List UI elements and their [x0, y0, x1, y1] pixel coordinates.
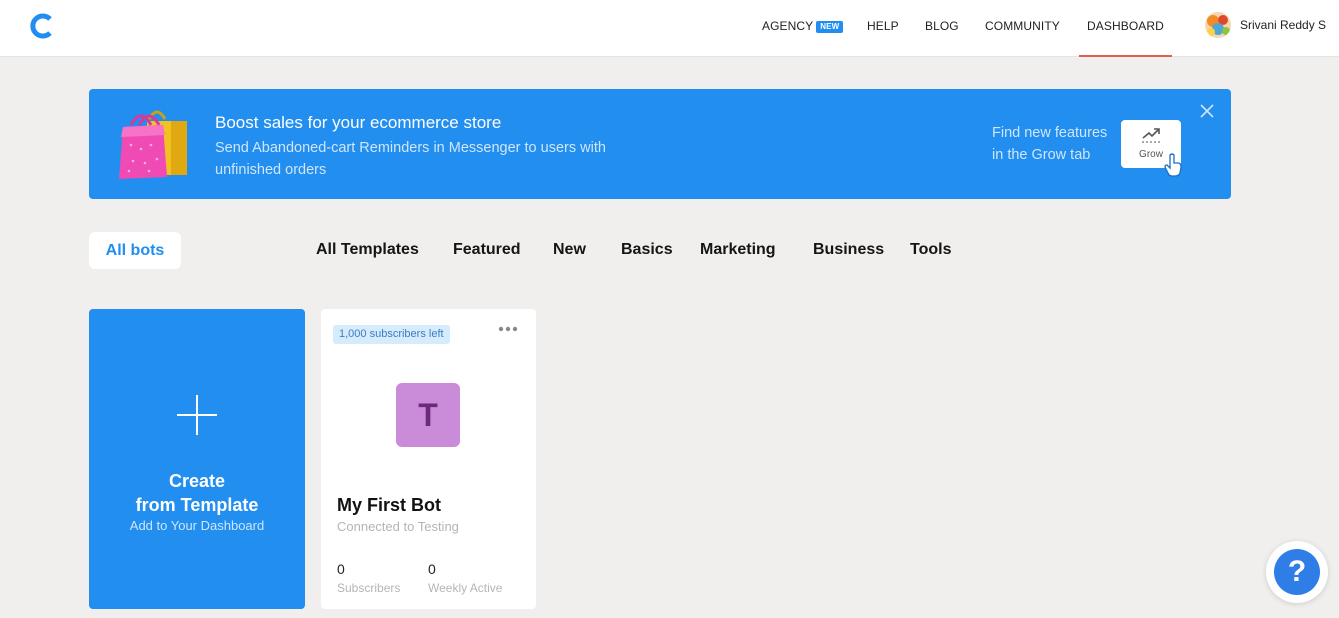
tab-all-templates[interactable]: All Templates [316, 241, 419, 259]
banner-description: Send Abandoned-cart Reminders in Messeng… [215, 140, 606, 178]
close-icon[interactable] [1199, 103, 1215, 119]
bot-card[interactable]: 1,000 subscribers left T My First Bot Co… [321, 309, 536, 609]
avatar [1205, 12, 1231, 38]
nav-agency[interactable]: AGENCY NEW [762, 0, 844, 57]
banner-hint: Find new features in the Grow tab [992, 125, 1108, 163]
question-mark-icon: ? [1274, 549, 1320, 595]
create-from-template-card[interactable]: Create from Template Add to Your Dashboa… [89, 309, 305, 609]
bot-avatar: T [396, 383, 460, 447]
more-options-icon[interactable] [497, 323, 519, 335]
plus-icon [177, 395, 217, 435]
nav-blog[interactable]: BLOG [925, 0, 959, 57]
tab-featured[interactable]: Featured [453, 241, 521, 259]
user-menu[interactable]: Srivani Reddy S [1205, 12, 1326, 38]
help-button[interactable]: ? [1266, 541, 1328, 603]
banner-title: Boost sales for your ecommerce store [215, 113, 502, 132]
bot-name: My First Bot [337, 495, 442, 515]
weekly-active-label: Weekly Active [428, 581, 503, 595]
tab-all-bots[interactable]: All bots [89, 232, 181, 269]
top-navigation-bar: AGENCY NEW HELP BLOG COMMUNITY DASHBOARD … [0, 0, 1339, 57]
shopping-bags-icon [119, 110, 187, 179]
tab-tools[interactable]: Tools [910, 241, 951, 259]
nav-agency-label: AGENCY [762, 19, 814, 33]
bot-connection-status: Connected to Testing [337, 519, 459, 534]
hand-pointer-icon [1164, 153, 1182, 177]
tab-new[interactable]: New [553, 241, 586, 259]
subscribers-label: Subscribers [337, 581, 401, 595]
subscribers-left-badge: 1,000 subscribers left [333, 325, 450, 344]
create-card-subtitle: Add to Your Dashboard [129, 518, 265, 533]
nav-dashboard[interactable]: DASHBOARD [1079, 0, 1172, 57]
chatfuel-logo-icon[interactable] [28, 12, 56, 40]
weekly-active-count: 0 [428, 561, 436, 577]
tab-marketing[interactable]: Marketing [700, 241, 776, 259]
trend-up-icon [1142, 128, 1160, 143]
tab-basics[interactable]: Basics [621, 241, 673, 259]
create-card-title: Create from Template [135, 471, 259, 515]
user-name: Srivani Reddy S [1240, 18, 1327, 32]
nav-community[interactable]: COMMUNITY [985, 0, 1060, 57]
nav-help[interactable]: HELP [867, 0, 899, 57]
new-badge: NEW [816, 21, 844, 33]
tab-business[interactable]: Business [813, 241, 884, 259]
subscribers-count: 0 [337, 561, 345, 577]
promo-banner: Boost sales for your ecommerce store Sen… [89, 89, 1231, 199]
